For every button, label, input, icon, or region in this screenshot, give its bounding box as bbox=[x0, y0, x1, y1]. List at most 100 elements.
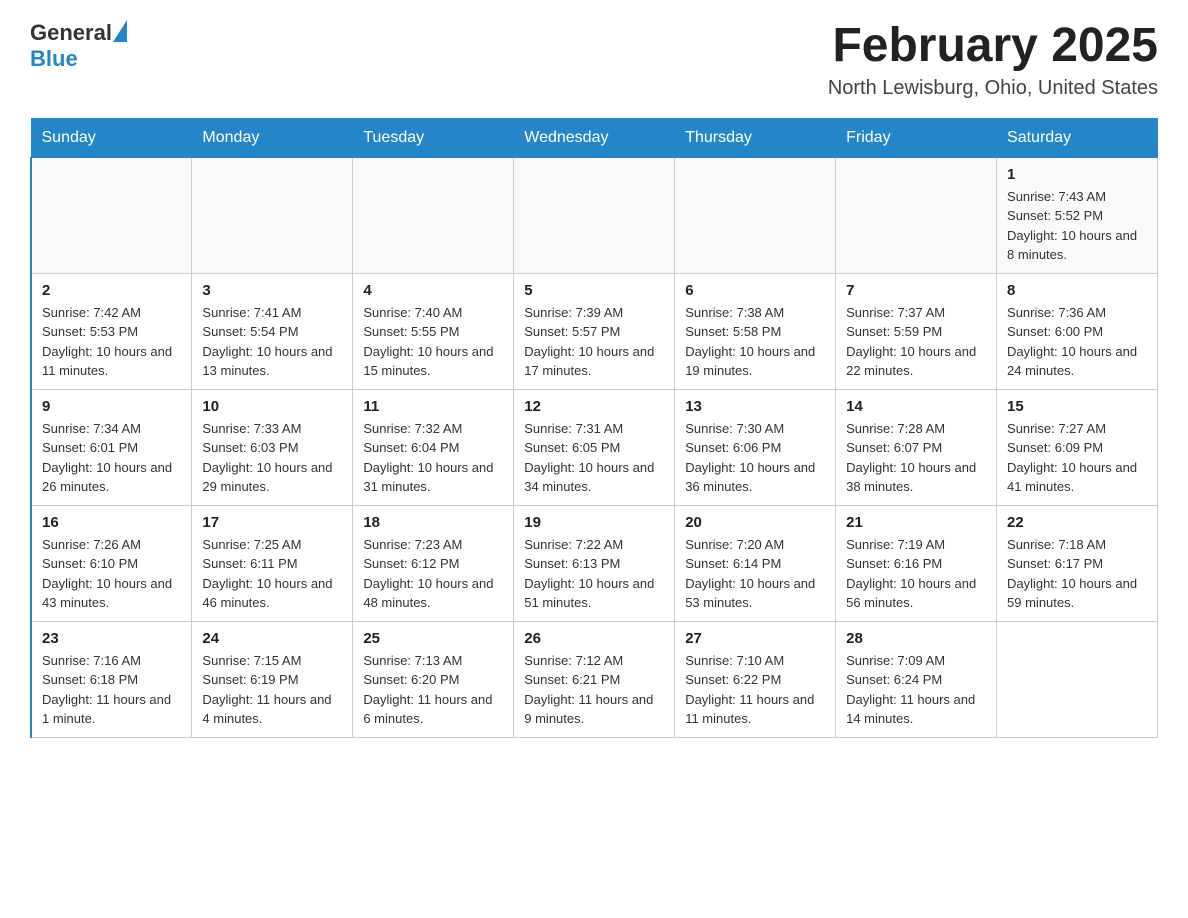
day-info: Sunrise: 7:15 AMSunset: 6:19 PMDaylight:… bbox=[202, 651, 342, 729]
logo-blue-text: Blue bbox=[30, 46, 78, 72]
title-section: February 2025 North Lewisburg, Ohio, Uni… bbox=[828, 20, 1158, 100]
page-header: General Blue February 2025 North Lewisbu… bbox=[30, 20, 1158, 100]
day-number: 4 bbox=[363, 282, 503, 299]
day-info: Sunrise: 7:31 AMSunset: 6:05 PMDaylight:… bbox=[524, 419, 664, 497]
day-number: 8 bbox=[1007, 282, 1147, 299]
day-info: Sunrise: 7:28 AMSunset: 6:07 PMDaylight:… bbox=[846, 419, 986, 497]
day-info: Sunrise: 7:41 AMSunset: 5:54 PMDaylight:… bbox=[202, 303, 342, 381]
day-number: 21 bbox=[846, 514, 986, 531]
day-info: Sunrise: 7:36 AMSunset: 6:00 PMDaylight:… bbox=[1007, 303, 1147, 381]
calendar-cell: 8 Sunrise: 7:36 AMSunset: 6:00 PMDaylight… bbox=[997, 273, 1158, 389]
weekday-header-tuesday: Tuesday bbox=[353, 118, 514, 157]
day-number: 17 bbox=[202, 514, 342, 531]
calendar-cell bbox=[353, 157, 514, 273]
calendar-table: SundayMondayTuesdayWednesdayThursdayFrid… bbox=[30, 118, 1158, 738]
calendar-cell bbox=[192, 157, 353, 273]
calendar-cell bbox=[997, 621, 1158, 737]
calendar-week-row: 9 Sunrise: 7:34 AMSunset: 6:01 PMDaylight… bbox=[31, 389, 1158, 505]
calendar-cell: 11Sunrise: 7:32 AMSunset: 6:04 PMDayligh… bbox=[353, 389, 514, 505]
day-number: 3 bbox=[202, 282, 342, 299]
day-number: 13 bbox=[685, 398, 825, 415]
day-info: Sunrise: 7:43 AMSunset: 5:52 PMDaylight:… bbox=[1007, 187, 1147, 265]
day-number: 5 bbox=[524, 282, 664, 299]
day-number: 20 bbox=[685, 514, 825, 531]
day-number: 16 bbox=[42, 514, 181, 531]
month-title: February 2025 bbox=[828, 20, 1158, 73]
calendar-week-row: 1 Sunrise: 7:43 AMSunset: 5:52 PMDaylight… bbox=[31, 157, 1158, 273]
calendar-cell: 5 Sunrise: 7:39 AMSunset: 5:57 PMDaylight… bbox=[514, 273, 675, 389]
calendar-cell: 3 Sunrise: 7:41 AMSunset: 5:54 PMDaylight… bbox=[192, 273, 353, 389]
day-number: 7 bbox=[846, 282, 986, 299]
calendar-cell: 16 Sunrise: 7:26 AMSunset: 6:10 PMDayligh… bbox=[31, 505, 192, 621]
day-info: Sunrise: 7:12 AMSunset: 6:21 PMDaylight:… bbox=[524, 651, 664, 729]
calendar-cell: 9 Sunrise: 7:34 AMSunset: 6:01 PMDaylight… bbox=[31, 389, 192, 505]
day-number: 19 bbox=[524, 514, 664, 531]
calendar-cell: 15 Sunrise: 7:27 AMSunset: 6:09 PMDayligh… bbox=[997, 389, 1158, 505]
calendar-cell: 10 Sunrise: 7:33 AMSunset: 6:03 PMDayligh… bbox=[192, 389, 353, 505]
calendar-cell: 24 Sunrise: 7:15 AMSunset: 6:19 PMDayligh… bbox=[192, 621, 353, 737]
day-info: Sunrise: 7:37 AMSunset: 5:59 PMDaylight:… bbox=[846, 303, 986, 381]
calendar-cell bbox=[514, 157, 675, 273]
day-number: 9 bbox=[42, 398, 181, 415]
day-info: Sunrise: 7:09 AMSunset: 6:24 PMDaylight:… bbox=[846, 651, 986, 729]
day-info: Sunrise: 7:38 AMSunset: 5:58 PMDaylight:… bbox=[685, 303, 825, 381]
day-number: 22 bbox=[1007, 514, 1147, 531]
weekday-header-monday: Monday bbox=[192, 118, 353, 157]
calendar-cell: 12 Sunrise: 7:31 AMSunset: 6:05 PMDayligh… bbox=[514, 389, 675, 505]
calendar-cell: 23 Sunrise: 7:16 AMSunset: 6:18 PMDayligh… bbox=[31, 621, 192, 737]
day-number: 27 bbox=[685, 630, 825, 647]
day-number: 23 bbox=[42, 630, 181, 647]
calendar-cell: 26Sunrise: 7:12 AMSunset: 6:21 PMDayligh… bbox=[514, 621, 675, 737]
calendar-cell: 14 Sunrise: 7:28 AMSunset: 6:07 PMDayligh… bbox=[836, 389, 997, 505]
day-info: Sunrise: 7:13 AMSunset: 6:20 PMDaylight:… bbox=[363, 651, 503, 729]
calendar-cell: 7 Sunrise: 7:37 AMSunset: 5:59 PMDaylight… bbox=[836, 273, 997, 389]
calendar-week-row: 23 Sunrise: 7:16 AMSunset: 6:18 PMDayligh… bbox=[31, 621, 1158, 737]
day-info: Sunrise: 7:33 AMSunset: 6:03 PMDaylight:… bbox=[202, 419, 342, 497]
day-info: Sunrise: 7:39 AMSunset: 5:57 PMDaylight:… bbox=[524, 303, 664, 381]
day-info: Sunrise: 7:34 AMSunset: 6:01 PMDaylight:… bbox=[42, 419, 181, 497]
location-title: North Lewisburg, Ohio, United States bbox=[828, 77, 1158, 100]
calendar-cell: 25Sunrise: 7:13 AMSunset: 6:20 PMDayligh… bbox=[353, 621, 514, 737]
calendar-cell: 17 Sunrise: 7:25 AMSunset: 6:11 PMDayligh… bbox=[192, 505, 353, 621]
calendar-cell: 18 Sunrise: 7:23 AMSunset: 6:12 PMDayligh… bbox=[353, 505, 514, 621]
day-info: Sunrise: 7:40 AMSunset: 5:55 PMDaylight:… bbox=[363, 303, 503, 381]
calendar-cell bbox=[31, 157, 192, 273]
day-info: Sunrise: 7:10 AMSunset: 6:22 PMDaylight:… bbox=[685, 651, 825, 729]
calendar-week-row: 2Sunrise: 7:42 AMSunset: 5:53 PMDaylight… bbox=[31, 273, 1158, 389]
calendar-cell: 6Sunrise: 7:38 AMSunset: 5:58 PMDaylight… bbox=[675, 273, 836, 389]
day-number: 10 bbox=[202, 398, 342, 415]
calendar-cell: 27 Sunrise: 7:10 AMSunset: 6:22 PMDayligh… bbox=[675, 621, 836, 737]
day-info: Sunrise: 7:25 AMSunset: 6:11 PMDaylight:… bbox=[202, 535, 342, 613]
calendar-cell: 28 Sunrise: 7:09 AMSunset: 6:24 PMDayligh… bbox=[836, 621, 997, 737]
logo-triangle-icon bbox=[113, 20, 127, 42]
day-number: 12 bbox=[524, 398, 664, 415]
day-info: Sunrise: 7:23 AMSunset: 6:12 PMDaylight:… bbox=[363, 535, 503, 613]
calendar-cell: 20 Sunrise: 7:20 AMSunset: 6:14 PMDayligh… bbox=[675, 505, 836, 621]
calendar-cell: 4 Sunrise: 7:40 AMSunset: 5:55 PMDaylight… bbox=[353, 273, 514, 389]
day-number: 2 bbox=[42, 282, 181, 299]
day-info: Sunrise: 7:32 AMSunset: 6:04 PMDaylight:… bbox=[363, 419, 503, 497]
day-number: 15 bbox=[1007, 398, 1147, 415]
day-info: Sunrise: 7:26 AMSunset: 6:10 PMDaylight:… bbox=[42, 535, 181, 613]
calendar-week-row: 16 Sunrise: 7:26 AMSunset: 6:10 PMDayligh… bbox=[31, 505, 1158, 621]
day-number: 24 bbox=[202, 630, 342, 647]
day-info: Sunrise: 7:20 AMSunset: 6:14 PMDaylight:… bbox=[685, 535, 825, 613]
day-number: 28 bbox=[846, 630, 986, 647]
day-number: 14 bbox=[846, 398, 986, 415]
day-info: Sunrise: 7:16 AMSunset: 6:18 PMDaylight:… bbox=[42, 651, 181, 729]
calendar-cell: 21 Sunrise: 7:19 AMSunset: 6:16 PMDayligh… bbox=[836, 505, 997, 621]
weekday-header-friday: Friday bbox=[836, 118, 997, 157]
calendar-cell bbox=[675, 157, 836, 273]
weekday-header-sunday: Sunday bbox=[31, 118, 192, 157]
day-info: Sunrise: 7:18 AMSunset: 6:17 PMDaylight:… bbox=[1007, 535, 1147, 613]
weekday-header-saturday: Saturday bbox=[997, 118, 1158, 157]
day-info: Sunrise: 7:27 AMSunset: 6:09 PMDaylight:… bbox=[1007, 419, 1147, 497]
calendar-header-row: SundayMondayTuesdayWednesdayThursdayFrid… bbox=[31, 118, 1158, 157]
calendar-cell: 1 Sunrise: 7:43 AMSunset: 5:52 PMDaylight… bbox=[997, 157, 1158, 273]
weekday-header-wednesday: Wednesday bbox=[514, 118, 675, 157]
logo: General Blue bbox=[30, 20, 127, 72]
day-number: 18 bbox=[363, 514, 503, 531]
calendar-cell bbox=[836, 157, 997, 273]
day-info: Sunrise: 7:19 AMSunset: 6:16 PMDaylight:… bbox=[846, 535, 986, 613]
day-number: 1 bbox=[1007, 166, 1147, 183]
